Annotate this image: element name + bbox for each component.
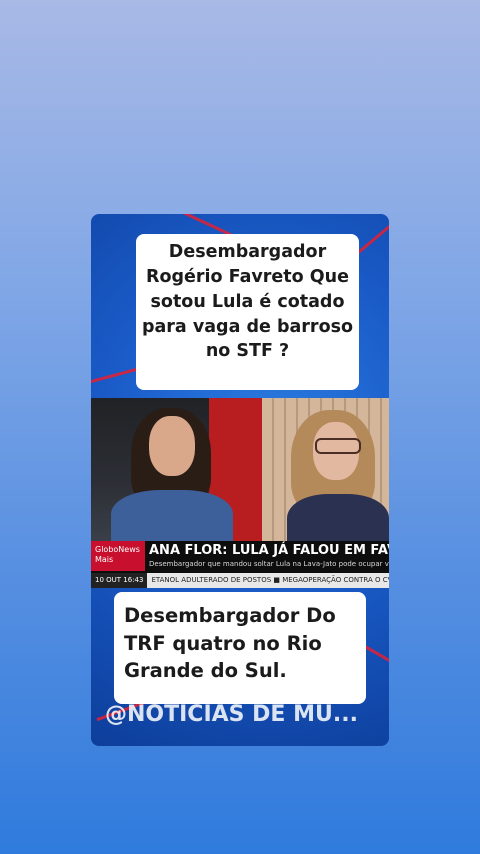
ticker-date-day: 10 OUT [95, 576, 122, 584]
channel-logo: GloboNews Mais [91, 541, 145, 571]
top-caption: Desembargador Rogério Favreto Que sotou … [136, 234, 359, 390]
ticker-text: ETANOL ADULTERADO DE POSTOS ■ MEGAOPERAÇ… [151, 576, 389, 584]
tv-frame: GloboNews Mais ANA FLOR: LULA JÁ FALOU E… [91, 398, 389, 588]
watermark-text: @NOTICIAS DE MU... [105, 702, 358, 727]
lower-third: GloboNews Mais ANA FLOR: LULA JÁ FALOU E… [91, 541, 389, 588]
news-headline: ANA FLOR: LULA JÁ FALOU EM FAVRETO [149, 543, 389, 558]
anchor-face [149, 416, 195, 476]
channel-logo-line2: Mais [95, 555, 114, 564]
ticker-time: 16:43 [123, 576, 144, 584]
news-ticker: 10 OUT 16:43 ETANOL ADULTERADO DE POSTOS … [91, 573, 389, 588]
video-card[interactable]: Desembargador Rogério Favreto Que sotou … [91, 214, 389, 746]
channel-logo-line1: GloboNews [95, 545, 140, 554]
ticker-date: 10 OUT 16:43 [91, 573, 148, 588]
bottom-caption: Desembargador Do TRF quatro no Rio Grand… [114, 592, 366, 704]
news-subline: Desembargador que mandou soltar Lula na … [149, 560, 389, 568]
glasses-icon [315, 438, 361, 454]
